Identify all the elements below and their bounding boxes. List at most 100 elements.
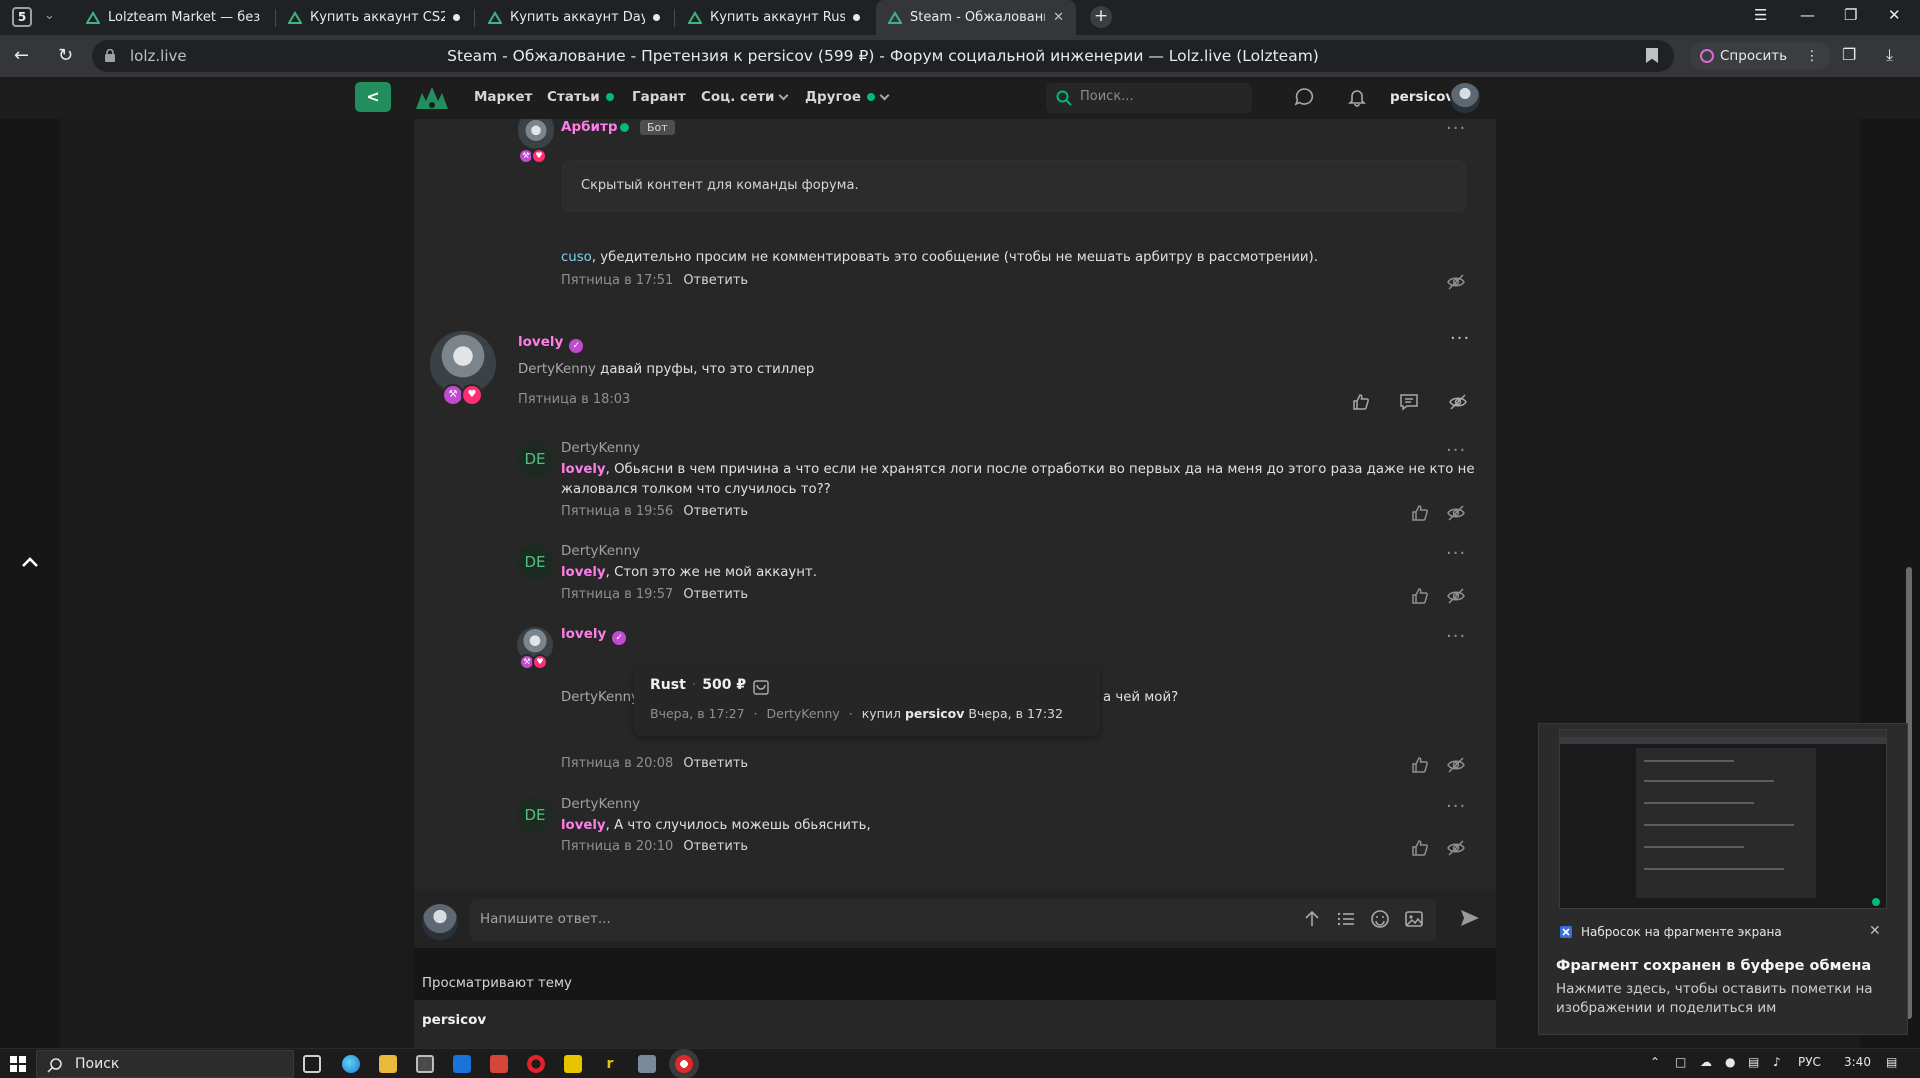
mention-link[interactable]: lovely <box>561 565 606 580</box>
quoted-user[interactable]: DertyKenny <box>518 362 596 377</box>
tab-cs2[interactable]: Купить аккаунт CS2 Pr <box>276 0 472 35</box>
store-icon[interactable] <box>416 1055 434 1073</box>
pdf-reader-icon[interactable] <box>490 1055 508 1073</box>
nav-market[interactable]: Маркет <box>474 89 532 105</box>
comment-icon[interactable] <box>1399 392 1419 412</box>
more-options-icon[interactable]: ··· <box>1446 118 1466 139</box>
market-seller[interactable]: DertyKenny <box>767 706 840 721</box>
outlook-icon[interactable] <box>453 1055 471 1073</box>
reply-link[interactable]: Ответить <box>683 504 748 519</box>
more-options-icon[interactable]: ··· <box>1450 328 1470 349</box>
network-icon[interactable]: ▤ <box>1748 1055 1759 1069</box>
reply-editor[interactable] <box>470 899 1436 941</box>
dertykenny-avatar[interactable]: DE <box>517 797 553 833</box>
more-options-icon[interactable]: ··· <box>1446 626 1466 647</box>
windows-start-icon[interactable] <box>10 1056 26 1072</box>
post-time[interactable]: Пятница в 17:51 <box>561 273 673 288</box>
url-field[interactable]: lolz.live Steam - Обжалование - Претензи… <box>92 40 1674 72</box>
market-buyer[interactable]: persicov <box>905 706 964 721</box>
image-icon[interactable] <box>1404 909 1424 929</box>
file-explorer-icon[interactable] <box>379 1055 397 1073</box>
tab-lolzteam-market[interactable]: Lolzteam Market — безопа <box>74 0 272 35</box>
hide-eye-icon[interactable] <box>1446 586 1466 606</box>
like-icon[interactable] <box>1410 503 1430 523</box>
post-author[interactable]: Арбитр <box>561 119 618 135</box>
bell-icon[interactable] <box>1347 87 1367 107</box>
collections-icon[interactable]: ❐ <box>1842 45 1856 64</box>
hide-eye-icon[interactable] <box>1446 838 1466 858</box>
app-r-icon[interactable]: r <box>601 1055 619 1073</box>
market-item-card[interactable]: Rust · 500 ₽ Вчера, в 17:27 · DertyKenny ·… <box>634 668 1100 736</box>
minimize-icon[interactable]: — <box>1800 6 1815 24</box>
taskbar-search[interactable]: Поиск <box>36 1050 294 1078</box>
send-icon[interactable] <box>1459 907 1481 929</box>
scroll-to-top-icon[interactable] <box>20 552 40 572</box>
more-vertical-icon[interactable]: ⋮ <box>1805 48 1819 64</box>
post-time[interactable]: Пятница в 20:08 <box>561 756 673 771</box>
hide-eye-icon[interactable] <box>1446 272 1466 292</box>
more-options-icon[interactable]: ··· <box>1446 440 1466 461</box>
reply-link[interactable]: Ответить <box>683 756 748 771</box>
app-yellow-icon[interactable] <box>564 1055 582 1073</box>
reply-link[interactable]: Ответить <box>683 587 748 602</box>
dertykenny-avatar[interactable]: DE <box>517 544 553 580</box>
microphone-icon[interactable]: ● <box>1725 1055 1735 1069</box>
reload-icon[interactable]: ↻ <box>58 45 73 66</box>
reply-link[interactable]: Ответить <box>683 273 748 288</box>
post-time[interactable]: Пятница в 19:56 <box>561 504 673 519</box>
header-username[interactable]: persicov <box>1390 89 1454 105</box>
tab-dayz[interactable]: Купить аккаунт DayZ, S <box>476 0 672 35</box>
opera-icon[interactable] <box>527 1055 545 1073</box>
tab-steam-appeal[interactable]: Steam - Обжалование ✕ <box>876 0 1076 35</box>
hide-eye-icon[interactable] <box>1446 755 1466 775</box>
post-author[interactable]: DertyKenny <box>561 543 640 559</box>
quoted-user[interactable]: DertyKenny, <box>561 690 643 705</box>
restore-window-icon[interactable]: ❐ <box>1844 6 1857 24</box>
post-author[interactable]: DertyKenny <box>561 796 640 812</box>
post-author[interactable]: lovely ✓ <box>518 334 584 353</box>
back-button[interactable]: < <box>355 82 391 112</box>
nav-guarantor[interactable]: Гарант <box>632 89 686 105</box>
like-icon[interactable] <box>1410 586 1430 606</box>
back-arrow-icon[interactable]: ← <box>14 45 29 66</box>
user-avatar[interactable] <box>1450 83 1480 113</box>
snip-thumbnail[interactable] <box>1559 729 1887 909</box>
edge-browser-icon[interactable] <box>342 1055 360 1073</box>
post-time[interactable]: Пятница в 20:10 <box>561 839 673 854</box>
lolz-logo-icon[interactable] <box>414 83 450 113</box>
yandex-browser-icon[interactable] <box>675 1055 693 1073</box>
nav-articles[interactable]: Статьи <box>547 89 614 105</box>
tab-rust[interactable]: Купить аккаунт Rust, S <box>676 0 872 35</box>
battery-icon[interactable]: □ <box>1675 1055 1686 1069</box>
keyboard-language[interactable]: РУС <box>1798 1055 1821 1069</box>
post-time[interactable]: Пятница в 18:03 <box>518 392 630 407</box>
tab-counter-icon[interactable]: 5 <box>12 7 32 27</box>
volume-icon[interactable]: ♪ <box>1773 1055 1781 1069</box>
post-time[interactable]: Пятница в 19:57 <box>561 587 673 602</box>
more-options-icon[interactable]: ··· <box>1446 543 1466 564</box>
list-icon[interactable] <box>1336 909 1356 929</box>
arrow-up-icon[interactable] <box>1302 909 1322 929</box>
emoji-icon[interactable] <box>1370 909 1390 929</box>
like-icon[interactable] <box>1351 392 1371 412</box>
reply-link[interactable]: Ответить <box>683 839 748 854</box>
reply-input[interactable] <box>480 911 1180 927</box>
app-monitor-icon[interactable] <box>638 1055 656 1073</box>
snip-notification[interactable]: Набросок на фрагменте экрана ✕ Фрагмент … <box>1538 723 1908 1035</box>
cart-icon[interactable] <box>752 678 770 696</box>
chevron-down-icon[interactable]: ⌄ <box>44 8 55 23</box>
task-view-icon[interactable] <box>303 1055 321 1073</box>
cloud-icon[interactable]: ☁ <box>1700 1055 1712 1069</box>
mention-link[interactable]: cuso <box>561 250 592 265</box>
download-icon[interactable]: ⤓ <box>1886 45 1893 65</box>
nav-other[interactable]: Другое <box>805 89 890 105</box>
mention-link[interactable]: lovely <box>561 818 606 833</box>
forum-search[interactable] <box>1046 83 1252 113</box>
chat-icon[interactable] <box>1294 87 1314 107</box>
close-window-icon[interactable]: ✕ <box>1888 6 1901 24</box>
notifications-icon[interactable]: ▤ <box>1886 1055 1897 1069</box>
close-tab-icon[interactable]: ✕ <box>1053 10 1064 25</box>
tray-expand-icon[interactable]: ⌃ <box>1650 1055 1660 1069</box>
viewer-user[interactable]: persicov <box>422 1012 486 1028</box>
hide-eye-icon[interactable] <box>1448 392 1468 412</box>
